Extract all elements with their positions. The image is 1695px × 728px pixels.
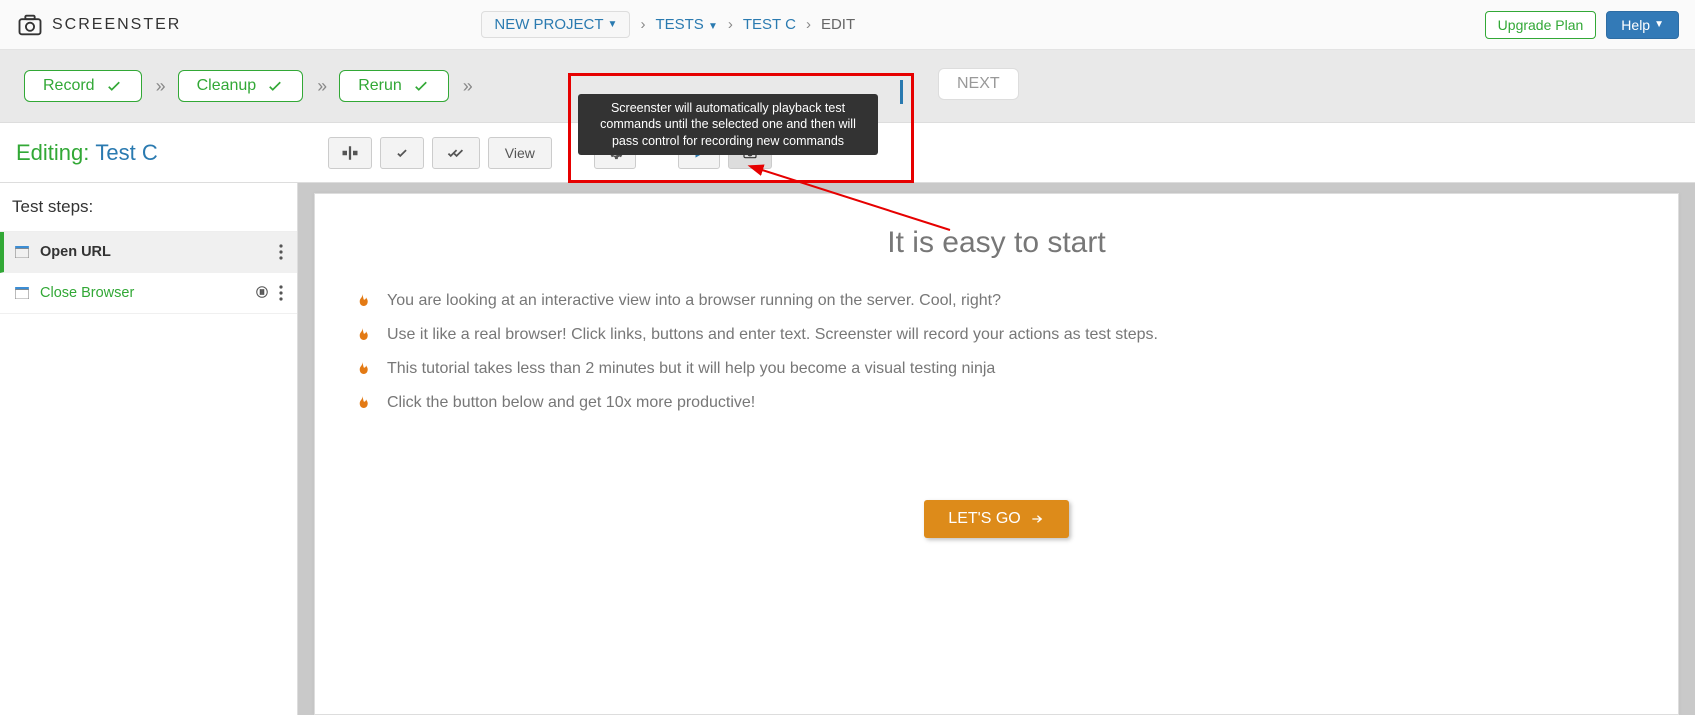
settings-button[interactable] [594,137,636,169]
fire-icon [355,396,369,412]
lets-go-button[interactable]: LET'S GO [924,500,1068,538]
crumb-edit: EDIT [821,16,855,33]
check-icon [105,77,123,95]
list-item: This tutorial takes less than 2 minutes … [355,352,1638,386]
help-button-label: Help [1621,17,1650,33]
check-icon [266,77,284,95]
arrow-sep: ›› [156,76,164,97]
step-close-browser[interactable]: Close Browser [0,273,297,314]
browser-icon [14,285,30,301]
record-pill[interactable]: Record [24,70,142,102]
step-label: Open URL [40,244,269,260]
gear-icon [607,145,623,161]
list-item: Use it like a real browser! Click links,… [355,318,1638,352]
rerun-pill-label: Rerun [358,77,402,95]
editing-row: Editing: Test C View [0,123,1695,183]
crumb-sep: › [724,16,737,33]
content-area: It is easy to start You are looking at a… [298,183,1695,715]
fire-icon [355,294,369,310]
sidebar: Test steps: Open URL Close Browser [0,183,298,715]
cleanup-pill[interactable]: Cleanup [178,70,304,102]
browser-icon [14,244,30,260]
next-button[interactable]: NEXT [938,68,1019,100]
header-right: Upgrade Plan Help ▼ [1485,11,1679,39]
double-check-icon [445,146,467,160]
toolbar: View [328,137,772,169]
play-button[interactable] [678,137,720,169]
crumb-tests[interactable]: TESTS ▼ [655,16,717,33]
play-icon [692,146,706,160]
list-item: You are looking at an interactive view i… [355,284,1638,318]
sidebar-title: Test steps: [0,183,297,232]
compare-icon [341,146,359,160]
step-actions [255,285,283,301]
help-button[interactable]: Help ▼ [1606,11,1679,39]
divider [900,80,903,104]
crumb-test[interactable]: TEST C [743,16,796,33]
approve-button[interactable] [380,137,424,169]
lets-go-label: LET'S GO [948,510,1020,528]
camera-icon [16,11,44,39]
topbar: SCREENSTER NEW PROJECT ▼ › TESTS ▼ › TES… [0,0,1695,50]
list-item: Click the button below and get 10x more … [355,386,1638,420]
step-actions [279,244,283,260]
check-icon [393,146,411,160]
caret-down-icon: ▼ [1654,19,1664,30]
crumb-project[interactable]: NEW PROJECT ▼ [481,11,630,38]
crumb-tests-label: TESTS [655,16,703,33]
step-open-url[interactable]: Open URL [0,232,297,273]
tutorial-title: It is easy to start [355,226,1638,260]
check-icon [412,77,430,95]
crumb-project-label: NEW PROJECT [494,16,603,33]
caret-down-icon: ▼ [608,19,618,30]
kebab-icon[interactable] [279,285,283,301]
rerun-pill[interactable]: Rerun [339,70,449,102]
compare-button[interactable] [328,137,372,169]
breadcrumbs: NEW PROJECT ▼ › TESTS ▼ › TEST C › EDIT [481,11,1484,38]
step-label: Close Browser [40,285,245,301]
kebab-icon[interactable] [279,244,283,260]
crumb-sep: › [636,16,649,33]
fire-icon [355,362,369,378]
record-pill-label: Record [43,77,95,95]
upgrade-plan-button[interactable]: Upgrade Plan [1485,11,1597,39]
logo: SCREENSTER [16,11,181,39]
editing-test-name: Test C [95,140,157,166]
camera-icon [741,145,759,161]
arrow-right-icon [1029,512,1045,526]
main: Test steps: Open URL Close Browser [0,183,1695,715]
fire-icon [355,328,369,344]
list-item-text: This tutorial takes less than 2 minutes … [387,360,995,378]
arrow-sep: ›› [463,76,471,97]
record-from-here-button[interactable] [728,137,772,169]
list-item-text: You are looking at an interactive view i… [387,292,1001,310]
pause-icon[interactable] [255,285,269,301]
logo-text: SCREENSTER [52,16,181,34]
crumb-sep: › [802,16,815,33]
tutorial-panel: It is easy to start You are looking at a… [314,193,1679,715]
approve-all-button[interactable] [432,137,480,169]
editing-label: Editing: [16,140,89,166]
list-item-text: Click the button below and get 10x more … [387,394,755,412]
list-item-text: Use it like a real browser! Click links,… [387,326,1158,344]
caret-down-icon: ▼ [708,21,718,32]
view-button[interactable]: View [488,137,552,169]
cleanup-pill-label: Cleanup [197,77,257,95]
tutorial-list: You are looking at an interactive view i… [355,284,1638,420]
arrow-sep: ›› [317,76,325,97]
workflow-steps: Record ›› Cleanup ›› Rerun ›› NEXT [0,50,1695,123]
